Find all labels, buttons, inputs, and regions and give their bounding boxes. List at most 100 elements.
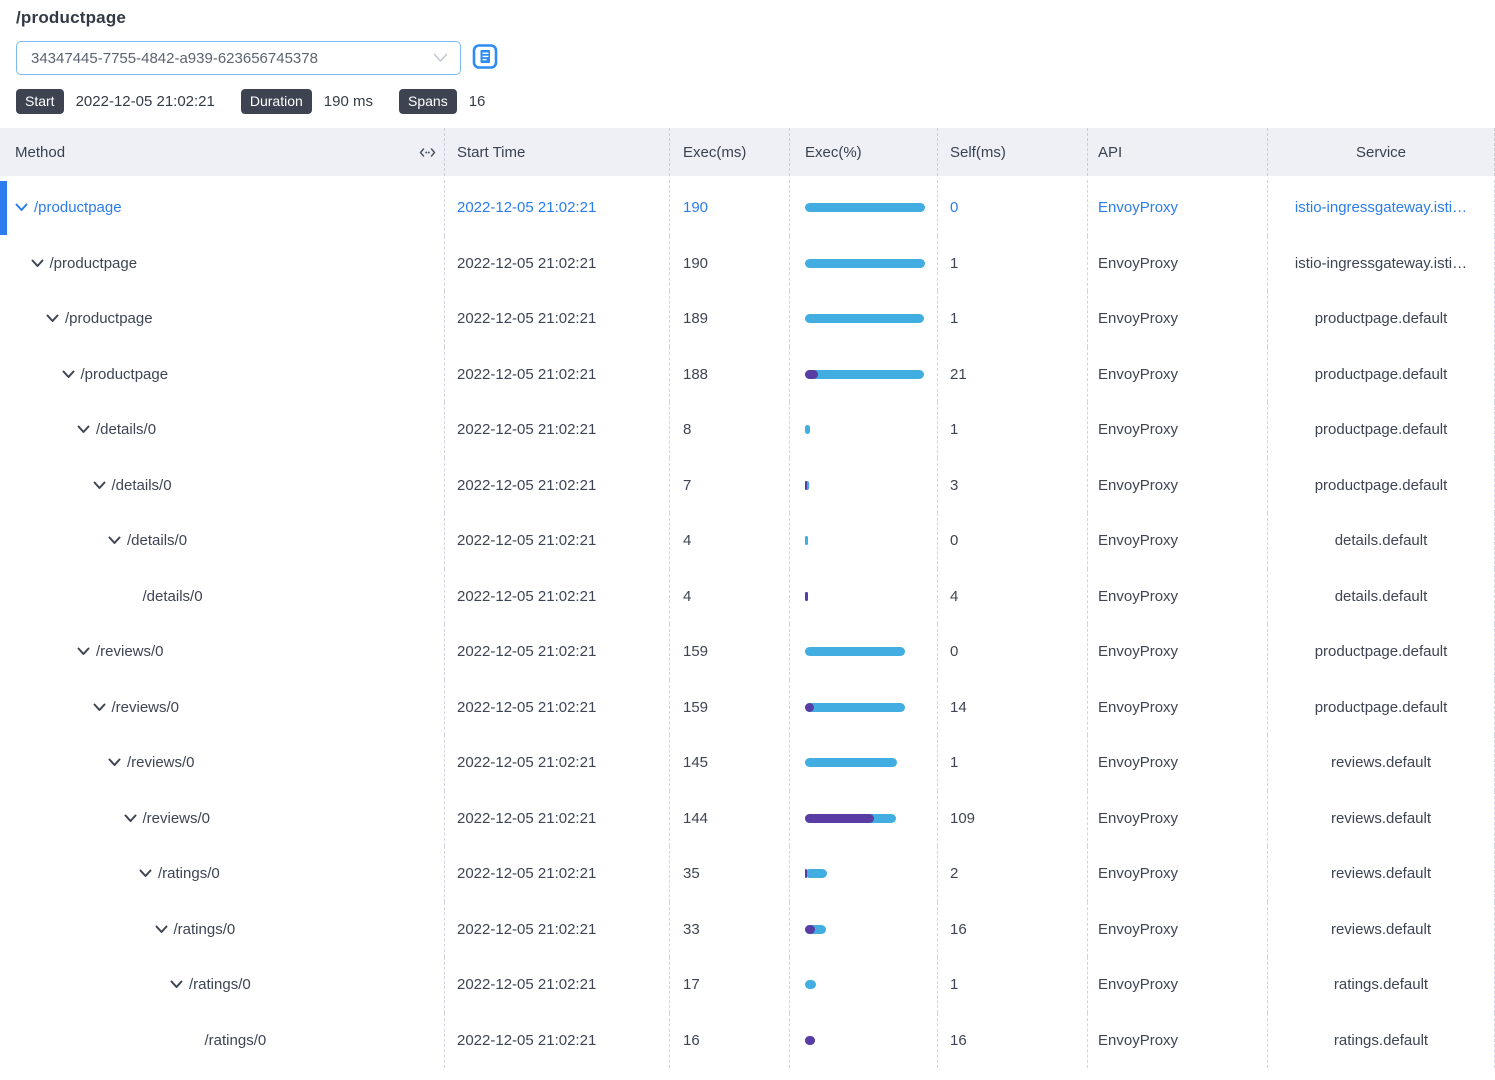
method-toggle[interactable]: /ratings/0 — [170, 976, 251, 993]
exec-ms-cell: 144 — [670, 791, 790, 847]
chevron-down-icon[interactable] — [170, 980, 183, 989]
exec-ms-cell: 4 — [670, 513, 790, 569]
exec-pct-cell — [790, 902, 938, 958]
api-cell: EnvoyProxy — [1088, 1013, 1268, 1069]
chevron-down-icon[interactable] — [108, 536, 121, 545]
method-toggle[interactable]: /details/0 — [124, 588, 203, 605]
exec-pct-cell — [790, 458, 938, 514]
exec-ms-cell: 8 — [670, 402, 790, 458]
table-row[interactable]: /details/0 2022-12-05 21:02:21 8 1 Envoy… — [0, 402, 1495, 458]
chevron-down-icon[interactable] — [15, 203, 28, 212]
chevron-down-icon[interactable] — [108, 758, 121, 767]
self-ms-cell: 0 — [938, 513, 1088, 569]
self-duration-bar — [805, 1036, 815, 1045]
self-ms-cell: 1 — [938, 236, 1088, 292]
exec-duration-bar — [805, 536, 808, 545]
exec-pct-cell — [790, 735, 938, 791]
self-ms-cell: 109 — [938, 791, 1088, 847]
api-cell: EnvoyProxy — [1088, 180, 1268, 236]
method-toggle[interactable]: /reviews/0 — [124, 810, 211, 827]
api-cell: EnvoyProxy — [1088, 680, 1268, 736]
table-row[interactable]: /reviews/0 2022-12-05 21:02:21 159 0 Env… — [0, 624, 1495, 680]
table-row[interactable]: /details/0 2022-12-05 21:02:21 7 3 Envoy… — [0, 458, 1495, 514]
self-ms-cell: 21 — [938, 347, 1088, 403]
exec-pct-bar-track — [805, 203, 925, 212]
trace-id-select[interactable]: 34347445-7755-4842-a939-623656745378 — [16, 41, 461, 75]
table-row[interactable]: /productpage 2022-12-05 21:02:21 190 1 E… — [0, 236, 1495, 292]
start-time-cell: 2022-12-05 21:02:21 — [445, 902, 670, 958]
table-row[interactable]: /details/0 2022-12-05 21:02:21 4 4 Envoy… — [0, 569, 1495, 625]
table-row[interactable]: /reviews/0 2022-12-05 21:02:21 145 1 Env… — [0, 735, 1495, 791]
method-label: /ratings/0 — [158, 865, 220, 882]
chevron-down-icon[interactable] — [46, 314, 59, 323]
method-toggle[interactable]: /reviews/0 — [93, 699, 180, 716]
chevron-down-icon[interactable] — [31, 259, 44, 268]
method-toggle[interactable]: /productpage — [15, 199, 122, 216]
exec-duration-bar — [805, 869, 827, 878]
method-toggle[interactable]: /details/0 — [108, 532, 187, 549]
clipboard-copy-icon — [472, 43, 498, 73]
chevron-down-icon[interactable] — [62, 370, 75, 379]
method-toggle[interactable]: /ratings/0 — [186, 1032, 267, 1049]
method-toggle[interactable]: /details/0 — [93, 477, 172, 494]
chevron-down-icon[interactable] — [155, 925, 168, 934]
start-time-cell: 2022-12-05 21:02:21 — [445, 1013, 670, 1069]
table-row[interactable]: /ratings/0 2022-12-05 21:02:21 16 16 Env… — [0, 1013, 1495, 1069]
exec-pct-cell — [790, 236, 938, 292]
method-label: /productpage — [65, 310, 153, 327]
chevron-down-icon[interactable] — [77, 647, 90, 656]
column-header-method-label: Method — [15, 144, 65, 161]
exec-pct-cell — [790, 791, 938, 847]
self-ms-cell: 1 — [938, 402, 1088, 458]
chevron-down-icon[interactable] — [124, 814, 137, 823]
table-row[interactable]: /productpage 2022-12-05 21:02:21 189 1 E… — [0, 291, 1495, 347]
exec-pct-cell — [790, 957, 938, 1013]
method-label: /productpage — [34, 199, 122, 216]
column-resize-icon[interactable] — [419, 146, 436, 159]
copy-trace-id-button[interactable] — [471, 44, 499, 72]
start-time-cell: 2022-12-05 21:02:21 — [445, 569, 670, 625]
self-duration-bar — [805, 370, 818, 379]
self-duration-bar — [805, 703, 814, 712]
exec-pct-bar-track — [805, 703, 925, 712]
table-row[interactable]: /reviews/0 2022-12-05 21:02:21 159 14 En… — [0, 680, 1495, 736]
meta-duration: Duration 190 ms — [241, 89, 373, 114]
method-toggle[interactable]: /ratings/0 — [139, 865, 220, 882]
table-row[interactable]: /productpage 2022-12-05 21:02:21 190 0 E… — [0, 180, 1495, 236]
duration-badge: Duration — [241, 89, 312, 114]
service-cell: productpage.default — [1268, 402, 1495, 458]
exec-ms-cell: 189 — [670, 291, 790, 347]
method-label: /productpage — [50, 255, 138, 272]
method-toggle[interactable]: /productpage — [46, 310, 153, 327]
chevron-down-icon[interactable] — [93, 703, 106, 712]
table-row[interactable]: /ratings/0 2022-12-05 21:02:21 33 16 Env… — [0, 902, 1495, 958]
start-time-cell: 2022-12-05 21:02:21 — [445, 402, 670, 458]
self-ms-cell: 0 — [938, 180, 1088, 236]
method-toggle[interactable]: /productpage — [62, 366, 169, 383]
chevron-down-icon[interactable] — [93, 481, 106, 490]
self-ms-cell: 14 — [938, 680, 1088, 736]
api-cell: EnvoyProxy — [1088, 291, 1268, 347]
method-toggle[interactable]: /productpage — [31, 255, 138, 272]
chevron-down-icon[interactable] — [139, 869, 152, 878]
exec-pct-cell — [790, 513, 938, 569]
exec-pct-bar-track — [805, 925, 925, 934]
exec-pct-cell — [790, 680, 938, 736]
api-cell: EnvoyProxy — [1088, 735, 1268, 791]
method-toggle[interactable]: /ratings/0 — [155, 921, 236, 938]
method-toggle[interactable]: /reviews/0 — [77, 643, 164, 660]
method-label: /ratings/0 — [174, 921, 236, 938]
method-label: /reviews/0 — [112, 699, 180, 716]
table-row[interactable]: /productpage 2022-12-05 21:02:21 188 21 … — [0, 347, 1495, 403]
table-row[interactable]: /ratings/0 2022-12-05 21:02:21 17 1 Envo… — [0, 957, 1495, 1013]
exec-ms-cell: 17 — [670, 957, 790, 1013]
trace-detail-header: /productpage 34347445-7755-4842-a939-623… — [0, 0, 1495, 114]
chevron-down-icon[interactable] — [77, 425, 90, 434]
table-row[interactable]: /ratings/0 2022-12-05 21:02:21 35 2 Envo… — [0, 846, 1495, 902]
table-row[interactable]: /details/0 2022-12-05 21:02:21 4 0 Envoy… — [0, 513, 1495, 569]
exec-duration-bar — [805, 758, 897, 767]
method-toggle[interactable]: /reviews/0 — [108, 754, 195, 771]
method-toggle[interactable]: /details/0 — [77, 421, 156, 438]
api-cell: EnvoyProxy — [1088, 624, 1268, 680]
table-row[interactable]: /reviews/0 2022-12-05 21:02:21 144 109 E… — [0, 791, 1495, 847]
